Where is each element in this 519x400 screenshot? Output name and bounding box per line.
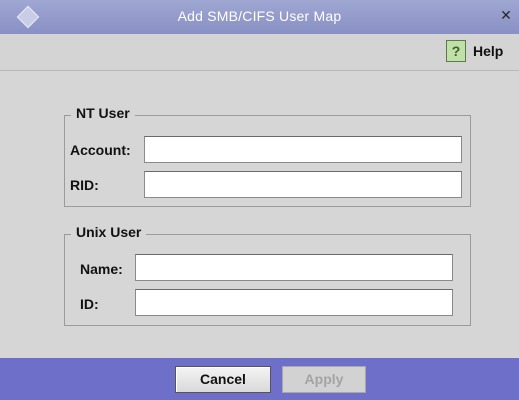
name-label: Name: — [80, 261, 123, 277]
unix-user-group-title: Unix User — [71, 224, 147, 240]
close-icon[interactable]: ✕ — [498, 8, 514, 24]
unix-name-input[interactable] — [135, 254, 453, 281]
help-button[interactable]: ? Help — [446, 39, 503, 63]
account-label: Account: — [70, 142, 131, 158]
id-label: ID: — [80, 296, 99, 312]
button-bar: Cancel Apply — [0, 358, 519, 400]
cancel-button[interactable]: Cancel — [175, 366, 271, 393]
rid-input[interactable] — [144, 171, 462, 198]
help-bar: ? Help — [0, 34, 519, 71]
title-bar: Add SMB/CIFS User Map ✕ — [0, 0, 519, 34]
unix-id-input[interactable] — [135, 289, 453, 316]
help-question-icon: ? — [446, 40, 466, 62]
window-title: Add SMB/CIFS User Map — [177, 8, 342, 24]
nt-user-group-title: NT User — [71, 105, 135, 121]
account-input[interactable] — [144, 136, 462, 163]
apply-button[interactable]: Apply — [282, 366, 366, 393]
rid-label: RID: — [70, 177, 99, 193]
help-label: Help — [473, 43, 504, 59]
